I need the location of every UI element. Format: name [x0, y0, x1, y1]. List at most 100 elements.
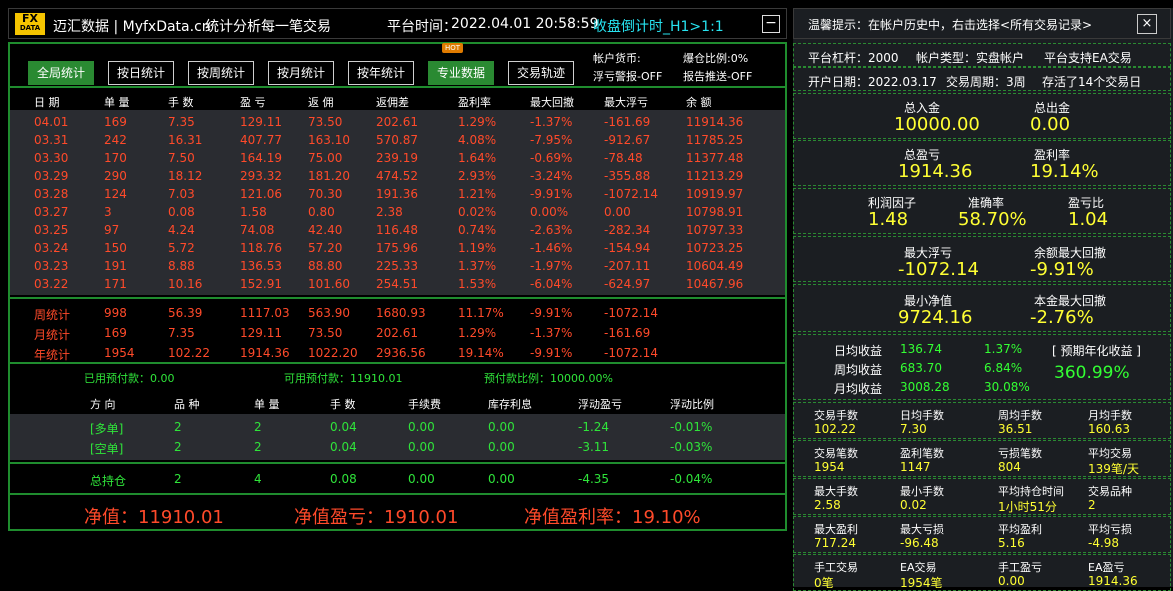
column-header: 返佣差: [376, 96, 409, 109]
title-bar: FX DATA 迈汇数据 | MyfxData.cn 统计分析每一笔交易 平台时间…: [8, 8, 787, 39]
stat-button[interactable]: 全局统计: [28, 61, 94, 85]
column-header: 手 数: [168, 96, 194, 109]
table-cell: 70.30: [308, 187, 343, 201]
table-cell: 0.00: [604, 205, 631, 219]
summary-cell: -9.91%: [530, 346, 573, 360]
table-cell: 121.06: [240, 187, 282, 201]
accuracy-value: 58.70%: [958, 209, 1027, 230]
metric-label: EA盈亏: [1088, 561, 1125, 574]
column-header: 盈 亏: [240, 96, 266, 109]
report-push-toggle[interactable]: 报告推送-OFF: [683, 68, 752, 84]
monthly-return-label: 月均收益: [834, 382, 883, 396]
net-profit: 净值盈亏：1910.01: [294, 507, 459, 528]
metrics-row: 最大盈利 717.24 最大亏损 -96.48 平均盈利 5.16 平均亏损 -4.98: [793, 516, 1171, 553]
total-cell: 2: [174, 472, 182, 486]
table-cell: 1.58: [240, 205, 267, 219]
table-cell: 1.53%: [458, 277, 497, 291]
metric-label: 手工交易: [814, 561, 858, 574]
table-cell: 164.19: [240, 151, 282, 165]
table-cell: 181.20: [308, 169, 350, 183]
metric-label: 交易手数: [814, 409, 858, 422]
countdown: 收盘倒计时_H1>1:1: [593, 19, 724, 35]
account-info-row1: 平台杠杆：2000 帐户类型：实盘帐户 平台支持EA交易: [793, 43, 1171, 67]
metric-label: 最大手数: [814, 485, 858, 498]
stat-button[interactable]: 专业数据: [428, 61, 494, 85]
tip-text: 温馨提示：在帐户历史中，右击选择<所有交易记录>: [808, 18, 1093, 32]
profit-box: 总盈亏 1914.36 盈利率 19.14%: [793, 140, 1171, 186]
summary-cell: 102.22: [168, 346, 210, 360]
table-cell: -0.69%: [530, 151, 573, 165]
table-cell: -912.67: [604, 133, 651, 147]
stats-panel: 全局统计 按日统计 按周统计 按月统计 按年统计 专业数据 交易轨迹 HOT 帐户货币: 浮…: [8, 42, 787, 531]
table-cell: -7.95%: [530, 133, 573, 147]
stat-button[interactable]: 交易轨迹: [508, 61, 574, 85]
position-cell: [空单]: [90, 442, 124, 456]
minimize-button[interactable]: −: [762, 15, 780, 33]
table-cell: 1.64%: [458, 151, 497, 165]
metric-value: 1小时51分: [998, 500, 1057, 514]
positions-background: [10, 414, 785, 460]
metric-value: 2: [1088, 498, 1096, 512]
summary-cell: 2936.56: [376, 346, 426, 360]
monthly-return-pct: 30.08%: [984, 380, 1030, 394]
metric-value: 36.51: [998, 422, 1033, 436]
table-cell: 129.11: [240, 115, 282, 129]
table-cell: -1.37%: [530, 115, 573, 129]
summary-cell: 1680.93: [376, 306, 426, 320]
stat-button[interactable]: 按年统计: [348, 61, 414, 85]
brand-name: 迈汇数据 | MyfxData.cn: [53, 19, 211, 35]
platform-time: 2022.04.01 20:58:59: [451, 16, 599, 32]
net-value: 净值：11910.01: [84, 507, 224, 528]
stat-button[interactable]: 按周统计: [188, 61, 254, 85]
summary-cell: 202.61: [376, 326, 418, 340]
summary-cell: 73.50: [308, 326, 343, 340]
table-cell: 42.40: [308, 223, 343, 237]
metric-value: 1914.36: [1088, 574, 1138, 588]
annual-return: 360.99%: [1054, 363, 1130, 383]
metric-label: 手工盈亏: [998, 561, 1042, 574]
summary-cell: 年统计: [34, 348, 71, 362]
metric-value: 5.16: [998, 536, 1025, 550]
metric-value: 2.58: [814, 498, 841, 512]
position-cell: 0.00: [488, 440, 515, 454]
max-dd-value: -9.91%: [1030, 259, 1094, 280]
close-button[interactable]: ×: [1137, 14, 1157, 34]
table-cell: -9.91%: [530, 187, 573, 201]
table-cell: 1.29%: [458, 115, 497, 129]
return-box: 日均收益 136.74 1.37% 周均收益 683.70 6.84% 月均收益…: [793, 334, 1171, 400]
table-cell: 136.53: [240, 259, 282, 273]
table-cell: 191: [104, 259, 127, 273]
table-cell: 10604.49: [686, 259, 744, 273]
table-cell: 03.24: [34, 241, 69, 255]
table-cell: 03.28: [34, 187, 69, 201]
table-cell: 474.52: [376, 169, 418, 183]
deposit-box: 总入金 10000.00 总出金 0.00: [793, 93, 1171, 139]
summary-cell: 19.14%: [458, 346, 504, 360]
metric-value: 160.63: [1088, 422, 1130, 436]
metric-label: 盈利笔数: [900, 447, 944, 460]
profit-value: 1914.36: [898, 161, 973, 182]
summary-cell: 56.39: [168, 306, 203, 320]
table-cell: 88.80: [308, 259, 343, 273]
table-cell: 10797.33: [686, 223, 744, 237]
table-cell: -154.94: [604, 241, 651, 255]
table-cell: 16.31: [168, 133, 203, 147]
table-cell: 10798.91: [686, 205, 744, 219]
total-cell: 4: [254, 472, 262, 486]
table-cell: 239.19: [376, 151, 418, 165]
leverage: 平台杠杆：2000: [808, 51, 899, 65]
available-margin: 可用预付款：11910.01: [284, 372, 403, 385]
ratio-box: 利润因子 1.48 准确率 58.70% 盈亏比 1.04: [793, 188, 1171, 234]
profit-rate-value: 19.14%: [1030, 161, 1099, 182]
table-cell: 11785.25: [686, 133, 744, 147]
metric-value: 1954笔: [900, 576, 943, 590]
float-warning-toggle[interactable]: 浮亏警报-OFF: [593, 68, 662, 84]
summary-cell: 1.29%: [458, 326, 497, 340]
table-cell: 254.51: [376, 277, 418, 291]
table-cell: -624.97: [604, 277, 651, 291]
metric-value: 804: [998, 460, 1021, 474]
table-cell: 2.93%: [458, 169, 497, 183]
stat-button[interactable]: 按月统计: [268, 61, 334, 85]
stat-button[interactable]: 按日统计: [108, 61, 174, 85]
metric-value: 1147: [900, 460, 931, 474]
